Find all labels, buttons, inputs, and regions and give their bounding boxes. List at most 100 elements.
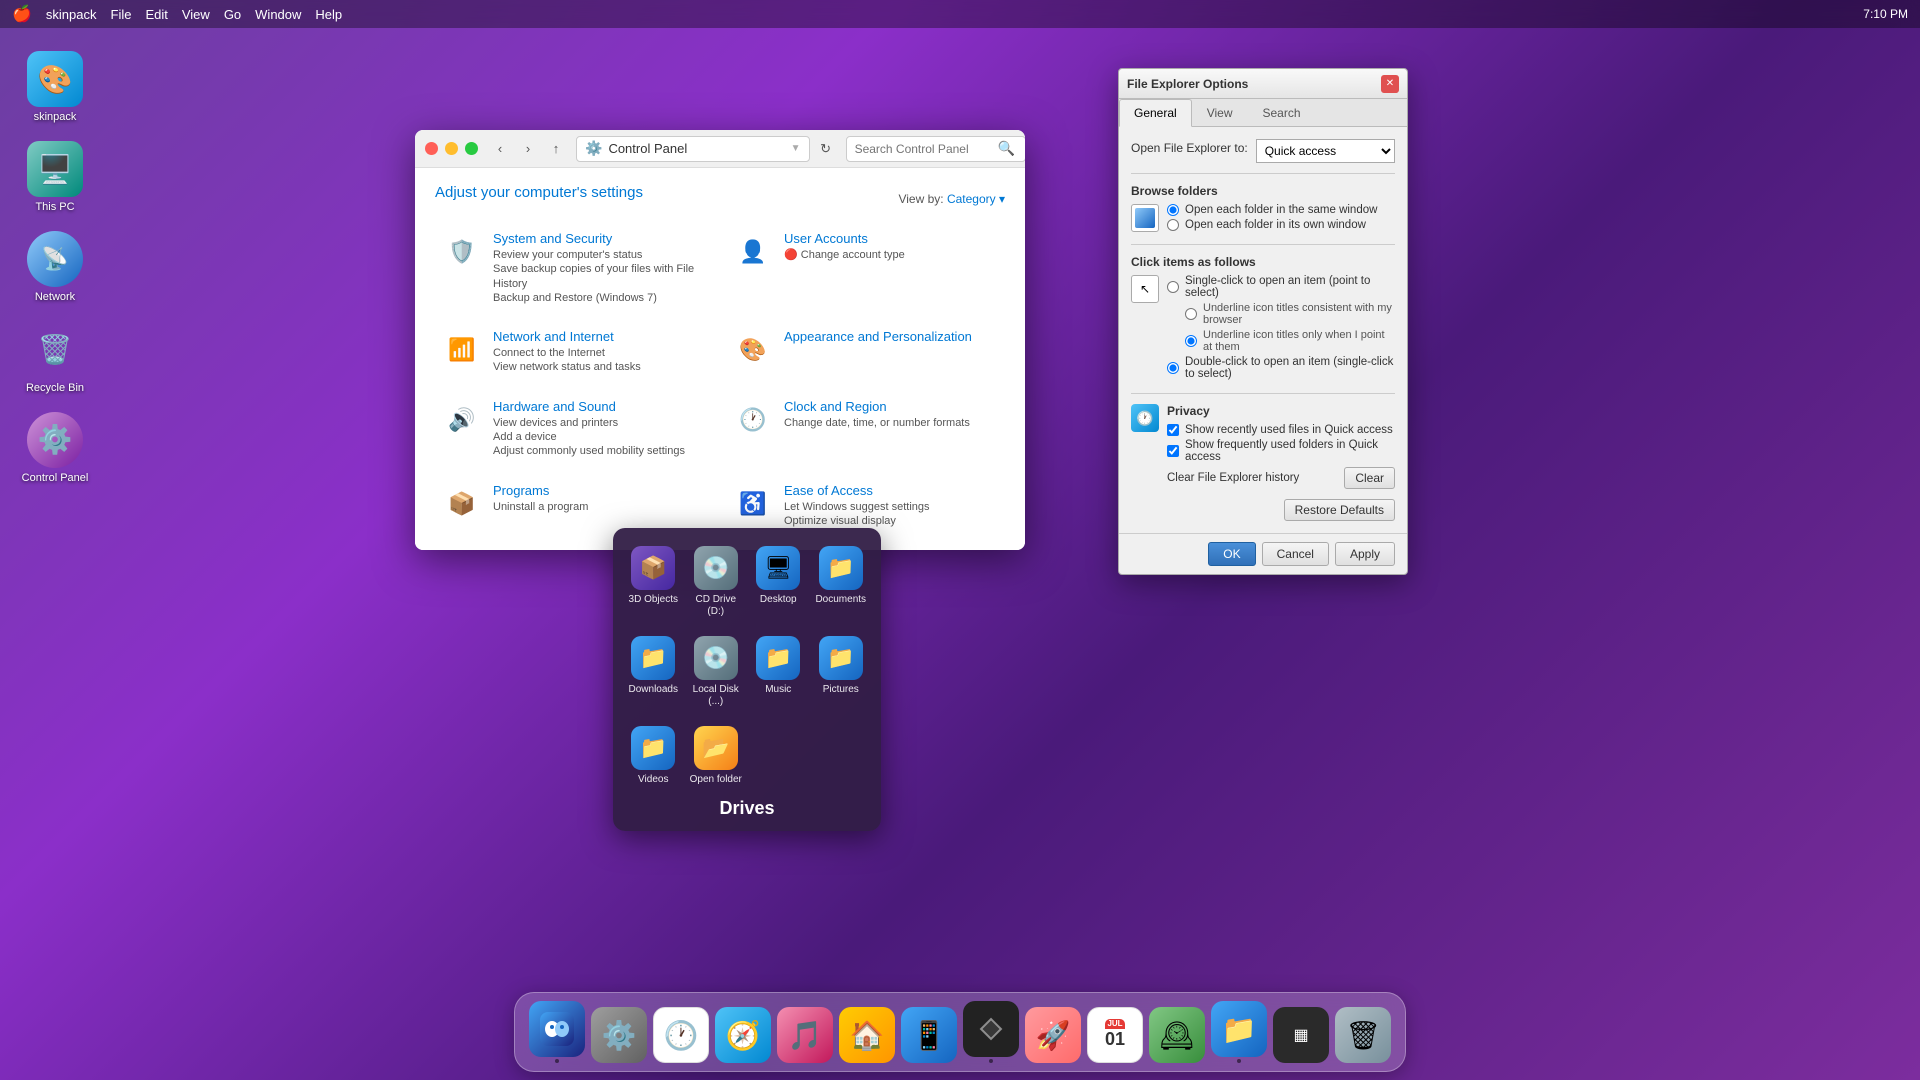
view-mode-select[interactable]: Category ▾ xyxy=(947,192,1005,206)
dock-finder2[interactable]: 📁 xyxy=(1211,1001,1267,1063)
desktop-icon-network[interactable]: 📡 Network xyxy=(10,225,100,310)
double-click-label: Double-click to open an item (single-cli… xyxy=(1185,356,1395,380)
dock-calendar[interactable]: JUL 01 xyxy=(1087,1007,1143,1063)
dock-trash[interactable]: 🗑 xyxy=(1335,1007,1391,1063)
address-bar[interactable]: ⚙️ Control Panel ▼ xyxy=(576,136,810,162)
desktop-icon-controlpanel[interactable]: ⚙️ Control Panel xyxy=(10,406,100,491)
cp-item-hardware-sound[interactable]: 🔊 Hardware and Sound View devices and pr… xyxy=(435,393,714,465)
cp-item-network-internet[interactable]: 📶 Network and Internet Connect to the In… xyxy=(435,323,714,381)
drive-item-music[interactable]: 📁 Music xyxy=(750,630,807,714)
maximize-button[interactable] xyxy=(465,142,478,155)
menu-go[interactable]: Go xyxy=(224,7,241,22)
dock-finder[interactable] xyxy=(529,1001,585,1063)
drive-item-videos[interactable]: 📁 Videos xyxy=(625,720,682,792)
minimize-button[interactable] xyxy=(445,142,458,155)
drive-item-pictures[interactable]: 📁 Pictures xyxy=(813,630,870,714)
cp-item-programs[interactable]: 📦 Programs Uninstall a program xyxy=(435,477,714,535)
drive-item-desktop[interactable]: 🖥 Desktop xyxy=(750,540,807,624)
drive-item-documents[interactable]: 📁 Documents xyxy=(813,540,870,624)
menu-edit[interactable]: Edit xyxy=(145,7,167,22)
menu-window[interactable]: Window xyxy=(255,7,301,22)
hardware-sound-title: Hardware and Sound xyxy=(493,399,685,414)
own-window-row: Open each folder in its own window xyxy=(1167,219,1377,231)
desktop-icon-skinpack[interactable]: 🎨 skinpack xyxy=(10,45,100,130)
apply-button[interactable]: Apply xyxy=(1335,542,1395,566)
dock-itunes[interactable]: 🎵 xyxy=(777,1007,833,1063)
drive-item-cd-drive[interactable]: 💿 CD Drive (D:) xyxy=(688,540,745,624)
clear-button[interactable]: Clear xyxy=(1344,467,1395,489)
cp-item-system-security[interactable]: 🛡️ System and Security Review your compu… xyxy=(435,225,714,311)
underline-hover-radio[interactable] xyxy=(1185,335,1197,347)
dock-timemachine[interactable]: 🕰 xyxy=(1149,1007,1205,1063)
hardware-sound-desc: View devices and printersAdd a deviceAdj… xyxy=(493,416,685,459)
forward-button[interactable]: › xyxy=(516,137,540,161)
tab-view[interactable]: View xyxy=(1192,99,1248,127)
tab-search[interactable]: Search xyxy=(1248,99,1316,127)
frequent-folders-checkbox[interactable] xyxy=(1167,445,1179,457)
own-window-radio[interactable] xyxy=(1167,219,1179,231)
tab-general[interactable]: General xyxy=(1119,99,1192,127)
apple-menu[interactable]: 🍎 xyxy=(12,4,32,24)
drive-item-open-folder[interactable]: 📂 Open folder xyxy=(688,720,745,792)
menu-skinpack[interactable]: skinpack xyxy=(46,7,97,22)
menu-file[interactable]: File xyxy=(111,7,132,22)
desktop-icon-thispc[interactable]: 🖥️ This PC xyxy=(10,135,100,220)
dock-appstore[interactable]: 📱 xyxy=(901,1007,957,1063)
cp-item-user-accounts[interactable]: 👤 User Accounts 🔴 Change account type xyxy=(726,225,1005,311)
user-accounts-desc: 🔴 Change account type xyxy=(784,248,905,262)
downloads-label: Downloads xyxy=(629,684,678,696)
double-click-radio[interactable] xyxy=(1167,362,1179,374)
back-button[interactable]: ‹ xyxy=(488,137,512,161)
missioncontrol-icon: ▦ xyxy=(1273,1007,1329,1063)
cancel-button[interactable]: Cancel xyxy=(1262,542,1329,566)
up-button[interactable]: ↑ xyxy=(544,137,568,161)
dock-home[interactable]: 🏠 xyxy=(839,1007,895,1063)
system-security-desc: Review your computer's statusSave backup… xyxy=(493,248,708,305)
address-icon: ⚙️ xyxy=(585,140,602,157)
dock-safari[interactable]: 🧭 xyxy=(715,1007,771,1063)
recent-files-checkbox[interactable] xyxy=(1167,424,1179,436)
divider-1 xyxy=(1131,173,1395,174)
drive-item-local-disk[interactable]: 💿 Local Disk (...) xyxy=(688,630,745,714)
home-icon: 🏠 xyxy=(839,1007,895,1063)
cp-item-appearance[interactable]: 🎨 Appearance and Personalization xyxy=(726,323,1005,381)
skinpack-label: skinpack xyxy=(34,111,77,124)
open-to-select[interactable]: Quick access xyxy=(1256,139,1395,163)
dock-launchpad[interactable]: 🚀 xyxy=(1025,1007,1081,1063)
click-items-preview: ↖ xyxy=(1131,275,1159,303)
trash-icon: 🗑 xyxy=(1335,1007,1391,1063)
same-window-radio[interactable] xyxy=(1167,204,1179,216)
close-button[interactable] xyxy=(425,142,438,155)
drives-title: Drives xyxy=(625,798,869,819)
drive-item-3d-objects[interactable]: 📦 3D Objects xyxy=(625,540,682,624)
restore-defaults-button[interactable]: Restore Defaults xyxy=(1284,499,1395,521)
downloads-icon: 📁 xyxy=(631,636,675,680)
menu-help[interactable]: Help xyxy=(315,7,342,22)
adjust-title: Adjust your computer's settings xyxy=(435,184,643,201)
dock-bootcamp[interactable] xyxy=(963,1001,1019,1063)
dock-missioncontrol[interactable]: ▦ xyxy=(1273,1007,1329,1063)
single-click-radio[interactable] xyxy=(1167,281,1179,293)
address-dropdown[interactable]: ▼ xyxy=(791,143,801,154)
dock-settings[interactable]: ⚙️ xyxy=(591,1007,647,1063)
window-controls xyxy=(425,142,478,155)
desktop-icon-recyclebin[interactable]: 🗑️ Recycle Bin xyxy=(10,316,100,401)
cp-item-clock-region[interactable]: 🕐 Clock and Region Change date, time, or… xyxy=(726,393,1005,465)
cp-item-ease-access[interactable]: ♿ Ease of Access Let Windows suggest set… xyxy=(726,477,1005,535)
same-window-label: Open each folder in the same window xyxy=(1185,204,1377,216)
open-folder-label: Open folder xyxy=(690,774,742,786)
safari-icon: 🧭 xyxy=(715,1007,771,1063)
refresh-button[interactable]: ↻ xyxy=(814,137,838,161)
single-click-row: Single-click to open an item (point to s… xyxy=(1167,275,1395,299)
drive-item-downloads[interactable]: 📁 Downloads xyxy=(625,630,682,714)
pictures-label: Pictures xyxy=(823,684,859,696)
fe-close-button[interactable]: ✕ xyxy=(1381,75,1399,93)
desktop-icon: 🖥 xyxy=(756,546,800,590)
thispc-icon: 🖥️ xyxy=(27,141,83,197)
underline-consistent-radio[interactable] xyxy=(1185,308,1197,320)
ok-button[interactable]: OK xyxy=(1208,542,1255,566)
timemachine-icon: 🕰 xyxy=(1149,1007,1205,1063)
videos-label: Videos xyxy=(638,774,668,786)
menu-view[interactable]: View xyxy=(182,7,210,22)
dock-clock[interactable]: 🕐 xyxy=(653,1007,709,1063)
